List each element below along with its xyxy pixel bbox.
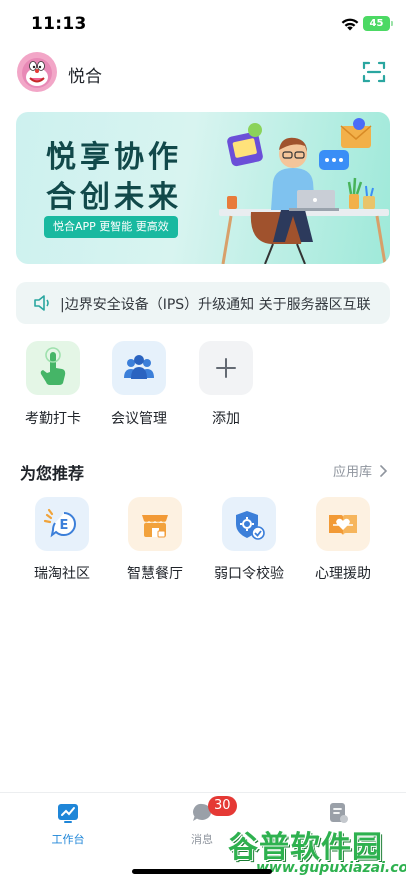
shortcut-meeting[interactable]: 会议管理: [95, 341, 185, 431]
avatar[interactable]: [17, 52, 57, 92]
app-tile: [316, 497, 370, 551]
unread-badge: 30: [208, 796, 237, 816]
app-psychological-aid[interactable]: 心理援助: [297, 497, 389, 587]
shortcut-attendance[interactable]: 考勤打卡: [9, 341, 99, 431]
app-label: 心理援助: [315, 566, 371, 582]
app-label: 智慧餐厅: [127, 566, 183, 582]
shield-check-icon: [236, 511, 265, 540]
banner-headline-1: 悦享协作: [46, 140, 182, 175]
tab-label: 工作台: [51, 833, 85, 846]
notice-marquee[interactable]: |边界安全设备（IPS）升级通知 关于服务器区互联: [16, 282, 390, 324]
people-icon: [124, 355, 154, 379]
watermark-url: www.gupuxiazai.com: [256, 860, 406, 876]
banner-tagline: 悦合APP 更智能 更高效: [44, 216, 178, 238]
user-name: 悦合: [68, 67, 102, 87]
app-library-link[interactable]: 应用库: [333, 461, 390, 480]
app-restaurant[interactable]: 智慧餐厅: [109, 497, 201, 587]
app-weak-password-check[interactable]: 弱口令校验: [203, 497, 295, 587]
hand-tap-icon: [40, 347, 66, 385]
app-label: 瑞淘社区: [34, 566, 90, 582]
shortcut-tile: [112, 341, 166, 395]
promo-banner[interactable]: 悦享协作 合创未来 悦合APP 更智能 更高效: [16, 112, 390, 264]
office-worker-illustration: [219, 118, 389, 264]
home-indicator[interactable]: [132, 869, 272, 874]
app-community[interactable]: E 瑞淘社区: [16, 497, 108, 587]
community-icon: E: [43, 508, 76, 538]
shortcut-label: 添加: [212, 411, 240, 427]
app-tile: [128, 497, 182, 551]
restaurant-icon: [142, 515, 168, 538]
workbench-icon: [58, 804, 78, 823]
avatar-doraemon-icon: [22, 58, 52, 88]
plus-icon: [216, 358, 236, 378]
shortcut-tile: [199, 341, 253, 395]
battery-indicator: 45: [363, 16, 393, 31]
shortcut-add[interactable]: 添加: [182, 341, 272, 431]
status-time: 11:13: [31, 14, 87, 34]
app-label: 弱口令校验: [214, 566, 284, 582]
screen: 11:13 45 悦合 悦享协作 合创未来 悦合APP 更智能 更高效 |边界安…: [0, 0, 406, 883]
app-tile: E: [35, 497, 89, 551]
shortcut-tile: [26, 341, 80, 395]
top-header: 悦合: [0, 50, 406, 96]
svg-text:E: E: [60, 518, 69, 533]
notice-text: |边界安全设备（IPS）升级通知 关于服务器区互联: [60, 297, 371, 313]
chevron-right-icon: [380, 465, 388, 477]
status-bar: 11:13 45: [0, 0, 406, 50]
shortcut-label: 会议管理: [111, 411, 167, 427]
tab-workbench[interactable]: 工作台: [18, 801, 118, 851]
shortcut-label: 考勤打卡: [25, 411, 81, 427]
section-title-recommend: 为您推荐: [20, 464, 85, 483]
wifi-icon: [341, 18, 359, 31]
heart-book-icon: [329, 515, 357, 535]
app-library-label: 应用库: [333, 465, 373, 480]
scan-icon[interactable]: [362, 60, 386, 84]
speaker-icon: [34, 295, 49, 311]
app-tile: [222, 497, 276, 551]
banner-headline-2: 合创未来: [46, 180, 182, 215]
